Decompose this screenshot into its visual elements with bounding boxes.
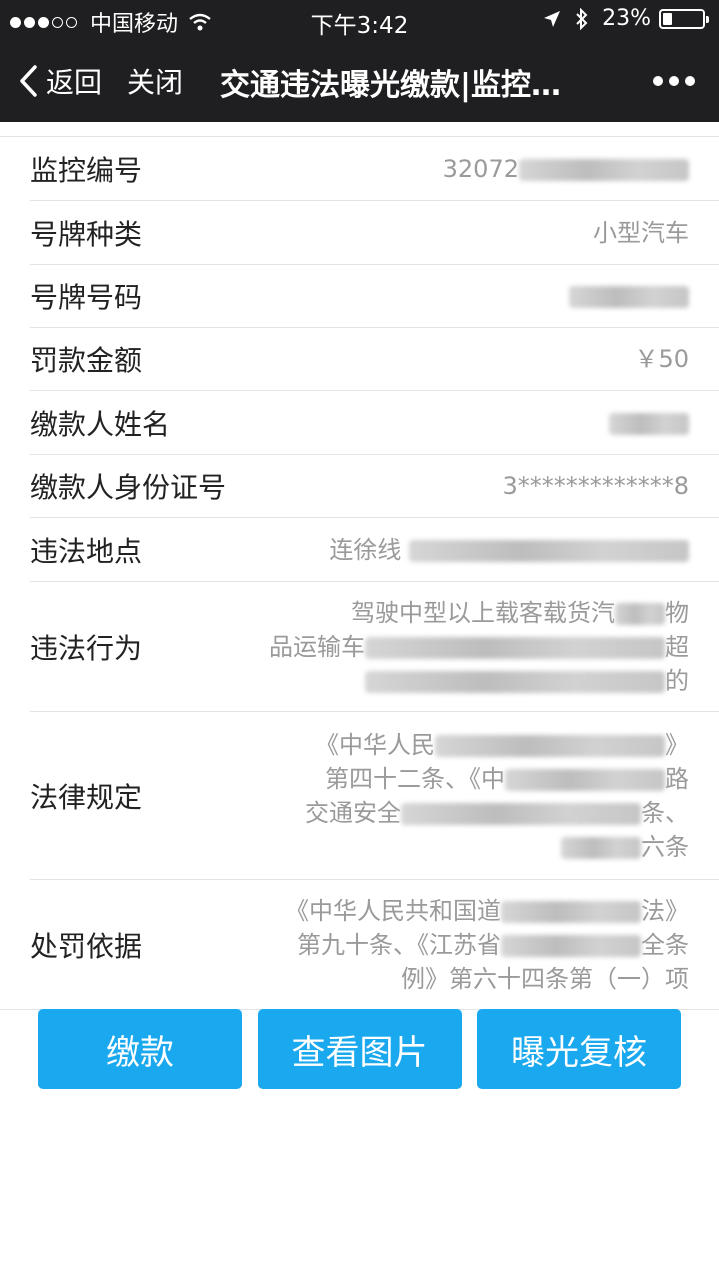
more-dots-icon — [653, 76, 663, 86]
status-bar: 中国移动 下午3:42 23% — [0, 0, 719, 40]
back-button[interactable]: 返回 — [18, 61, 102, 101]
bluetooth-icon — [576, 7, 588, 30]
row-behavior: 违法行为 驾驶中型以上载客载货汽物 品运输车超 的 — [30, 582, 719, 712]
exposure-review-button[interactable]: 曝光复核 — [477, 1009, 681, 1089]
row-law: 法律规定 《中华人民》 第四十二条、《中路 交通安全 条、 六条 — [30, 712, 719, 880]
nav-bar: 返回 关闭 交通违法曝光缴款|监控… — [0, 40, 719, 122]
row-monitor-no: 监控编号 32072 — [30, 137, 719, 201]
pay-button[interactable]: 缴款 — [38, 1009, 242, 1089]
row-payer-name: 缴款人姓名 — [30, 391, 719, 455]
row-value-redacted — [569, 279, 689, 313]
status-right: 23% — [542, 6, 709, 31]
battery-percent: 23% — [602, 6, 651, 31]
row-value: 32072 — [443, 152, 689, 186]
battery-level — [663, 12, 672, 25]
close-button[interactable]: 关闭 — [127, 61, 183, 101]
row-penalty-basis: 处罚依据 《中华人民共和国道 法》 第九十条、《江苏省 全条 例》第六十四条第（一）… — [0, 880, 719, 1010]
more-menu-button[interactable] — [647, 76, 695, 86]
page-title: 交通违法曝光缴款|监控… — [220, 68, 561, 103]
row-label: 处罚依据 — [30, 929, 143, 963]
violation-detail-list: 监控编号 32072 号牌种类 小型汽车 号牌号码 罚款金额 ￥50 缴款人姓名… — [0, 136, 719, 1010]
row-plate-no: 号牌号码 — [30, 265, 719, 328]
row-label: 违法地点 — [30, 534, 143, 568]
row-value: 《中华人民》 第四十二条、《中路 交通安全 条、 六条 — [305, 730, 689, 861]
row-value: 连徐线 — [329, 533, 689, 567]
row-value: 驾驶中型以上载客载货汽物 品运输车超 的 — [269, 598, 689, 695]
row-label: 缴款人姓名 — [30, 407, 171, 441]
view-photo-button[interactable]: 查看图片 — [257, 1009, 462, 1089]
row-label: 罚款金额 — [30, 344, 143, 377]
row-fine-amount: 罚款金额 ￥50 — [30, 328, 719, 391]
chevron-left-icon — [20, 65, 37, 97]
battery-icon — [659, 8, 709, 29]
row-value: 小型汽车 — [593, 218, 689, 247]
row-label: 法律规定 — [30, 780, 143, 814]
row-label: 违法行为 — [30, 631, 143, 665]
row-value-redacted — [609, 406, 689, 440]
row-value: ￥50 — [634, 345, 689, 373]
row-payer-id: 缴款人身份证号 3*************8 — [30, 455, 719, 518]
back-label: 返回 — [46, 66, 103, 99]
location-arrow-icon — [544, 10, 561, 27]
row-value: 3*************8 — [502, 472, 689, 500]
row-plate-type: 号牌种类 小型汽车 — [30, 201, 719, 265]
row-value: 《中华人民共和国道 法》 第九十条、《江苏省 全条 例》第六十四条第（一）项 — [285, 896, 689, 993]
row-location: 违法地点 连徐线 — [30, 518, 719, 582]
row-label: 号牌号码 — [30, 281, 143, 314]
row-label: 号牌种类 — [30, 217, 143, 251]
action-buttons: 缴款 查看图片 曝光复核 — [38, 1009, 681, 1089]
row-label: 缴款人身份证号 — [30, 471, 227, 504]
row-label: 监控编号 — [30, 153, 143, 187]
